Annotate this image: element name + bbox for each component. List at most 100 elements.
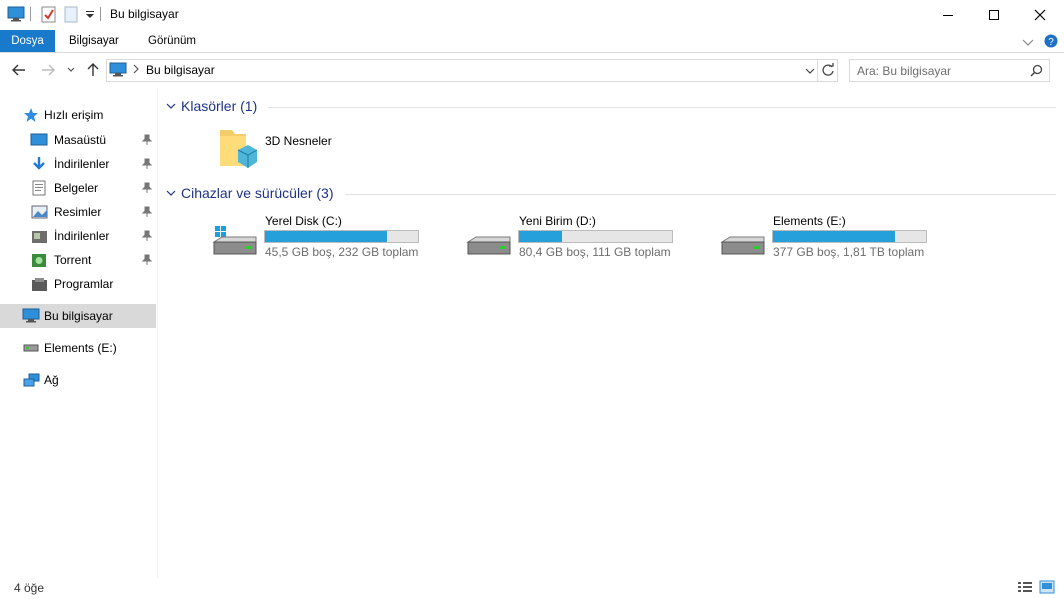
drive-usage-bar: [264, 230, 419, 243]
sidebar-item-pictures[interactable]: Resimler: [0, 200, 156, 224]
breadcrumb-location[interactable]: Bu bilgisayar: [146, 63, 215, 77]
computer-icon: [22, 308, 40, 324]
breadcrumb-chevron-icon[interactable]: [132, 63, 140, 78]
close-button[interactable]: [1017, 0, 1063, 30]
separator-icon: [30, 7, 32, 24]
drive-usage-bar: [518, 230, 673, 243]
maximize-icon: [989, 10, 999, 20]
drive-space-info: 377 GB boş, 1,81 TB toplam: [773, 245, 925, 259]
sidebar-item-label: Resimler: [54, 205, 102, 219]
drive-item[interactable]: Yerel Disk (C:) 45,5 GB boş, 232 GB topl…: [212, 210, 424, 262]
sidebar-item-quick-access[interactable]: Hızlı erişim: [0, 103, 156, 127]
sidebar-item-desktop[interactable]: Masaüstü: [0, 128, 156, 152]
drive-name: Elements (E:): [773, 214, 846, 228]
drive-item[interactable]: Yeni Birim (D:) 80,4 GB boş, 111 GB topl…: [466, 210, 678, 262]
system-drive-icon: [212, 222, 258, 261]
documents-icon: [30, 180, 48, 196]
address-dropdown-icon[interactable]: [805, 65, 815, 79]
large-icons-view-icon[interactable]: [1039, 580, 1055, 597]
tab-file[interactable]: Dosya: [0, 30, 55, 52]
search-input[interactable]: Ara: Bu bilgisayar: [857, 64, 951, 78]
status-item-count: 4 öğe: [14, 581, 45, 595]
sidebar-item-label: İndirilenler: [54, 157, 110, 171]
group-title: Cihazlar ve sürücüler (3): [181, 185, 334, 201]
properties-icon[interactable]: [41, 6, 57, 26]
new-folder-icon[interactable]: [63, 6, 79, 26]
address-bar[interactable]: Bu bilgisayar: [106, 59, 838, 82]
drive-usage-bar: [772, 230, 927, 243]
group-header-devices[interactable]: Cihazlar ve sürücüler (3): [166, 185, 334, 201]
tab-computer[interactable]: Bilgisayar: [59, 30, 129, 52]
window-title: Bu bilgisayar: [110, 7, 179, 21]
group-title: Klasörler (1): [181, 98, 258, 114]
minimize-button[interactable]: [925, 0, 971, 30]
drive-item[interactable]: Elements (E:) 377 GB boş, 1,81 TB toplam: [720, 210, 932, 262]
separator-icon: [100, 7, 102, 24]
sidebar-item-label: Masaüstü: [54, 133, 107, 147]
search-box[interactable]: Ara: Bu bilgisayar: [849, 59, 1050, 82]
search-icon[interactable]: [1030, 64, 1043, 80]
sidebar-item-label: İndirilenler: [54, 229, 110, 243]
sidebar-item-this-pc[interactable]: Bu bilgisayar: [0, 304, 156, 328]
details-view-icon[interactable]: [1017, 581, 1033, 596]
chevron-down-icon: [67, 67, 75, 72]
sidebar-item-label: Programlar: [54, 277, 114, 291]
drive-space-info: 80,4 GB boş, 111 GB toplam: [519, 245, 671, 259]
pin-icon[interactable]: [141, 254, 153, 269]
drive-space-info: 45,5 GB boş, 232 GB toplam: [265, 245, 419, 259]
sidebar-item-downloads-folder[interactable]: İndirilenler: [0, 224, 156, 248]
drive-icon: [466, 222, 512, 261]
drive-usage-fill: [519, 231, 562, 242]
sidebar-item-label: Elements (E:): [44, 341, 117, 355]
svg-text:?: ?: [1048, 37, 1054, 48]
group-divider: [345, 194, 1056, 195]
maximize-button[interactable]: [971, 0, 1017, 30]
sidebar-item-label: Hızlı erişim: [44, 108, 104, 122]
forward-arrow-icon: [42, 64, 55, 76]
group-divider: [268, 107, 1056, 108]
chevron-down-icon: [166, 190, 176, 196]
pin-icon[interactable]: [141, 206, 153, 221]
back-button[interactable]: [8, 58, 30, 82]
pin-icon[interactable]: [141, 182, 153, 197]
up-arrow-icon: [87, 63, 99, 76]
desktop-icon: [30, 132, 48, 148]
sidebar-item-label: Torrent: [54, 253, 92, 267]
tab-view[interactable]: Görünüm: [138, 30, 206, 52]
up-button[interactable]: [82, 58, 104, 82]
forward-button[interactable]: [37, 58, 59, 82]
downloads-folder-icon: [30, 228, 48, 244]
pin-icon[interactable]: [141, 230, 153, 245]
sidebar-item-network[interactable]: Ağ: [0, 368, 156, 392]
drive-usage-fill: [773, 231, 896, 242]
drive-icon: [22, 340, 40, 356]
sidebar-item-documents[interactable]: Belgeler: [0, 176, 156, 200]
chevron-down-icon: [166, 103, 176, 109]
computer-icon: [109, 62, 127, 81]
minimize-icon: [943, 15, 953, 16]
customize-toolbar-icon[interactable]: [85, 9, 95, 23]
computer-icon[interactable]: [7, 6, 25, 25]
torrent-folder-icon: [30, 252, 48, 268]
programs-folder-icon: [30, 276, 48, 292]
3d-objects-folder-icon: [216, 126, 258, 175]
folder-name: 3D Nesneler: [265, 134, 332, 148]
sidebar-item-programs[interactable]: Programlar: [0, 272, 156, 296]
drive-icon: [720, 222, 766, 261]
help-icon[interactable]: ?: [1044, 34, 1058, 51]
pin-icon[interactable]: [141, 134, 153, 149]
group-header-folders[interactable]: Klasörler (1): [166, 98, 257, 114]
sidebar-item-downloads[interactable]: İndirilenler: [0, 152, 156, 176]
recent-locations-button[interactable]: [62, 58, 80, 82]
star-icon: [22, 107, 40, 123]
sidebar-item-elements-drive[interactable]: Elements (E:): [0, 336, 156, 360]
folder-item[interactable]: 3D Nesneler: [216, 126, 356, 172]
close-icon: [1034, 9, 1046, 21]
back-arrow-icon: [12, 64, 25, 76]
sidebar-item-torrent[interactable]: Torrent: [0, 248, 156, 272]
pin-icon[interactable]: [141, 158, 153, 173]
drive-usage-fill: [265, 231, 388, 242]
download-icon: [30, 156, 48, 172]
expand-ribbon-icon[interactable]: [1022, 36, 1034, 50]
refresh-icon[interactable]: [821, 63, 835, 80]
